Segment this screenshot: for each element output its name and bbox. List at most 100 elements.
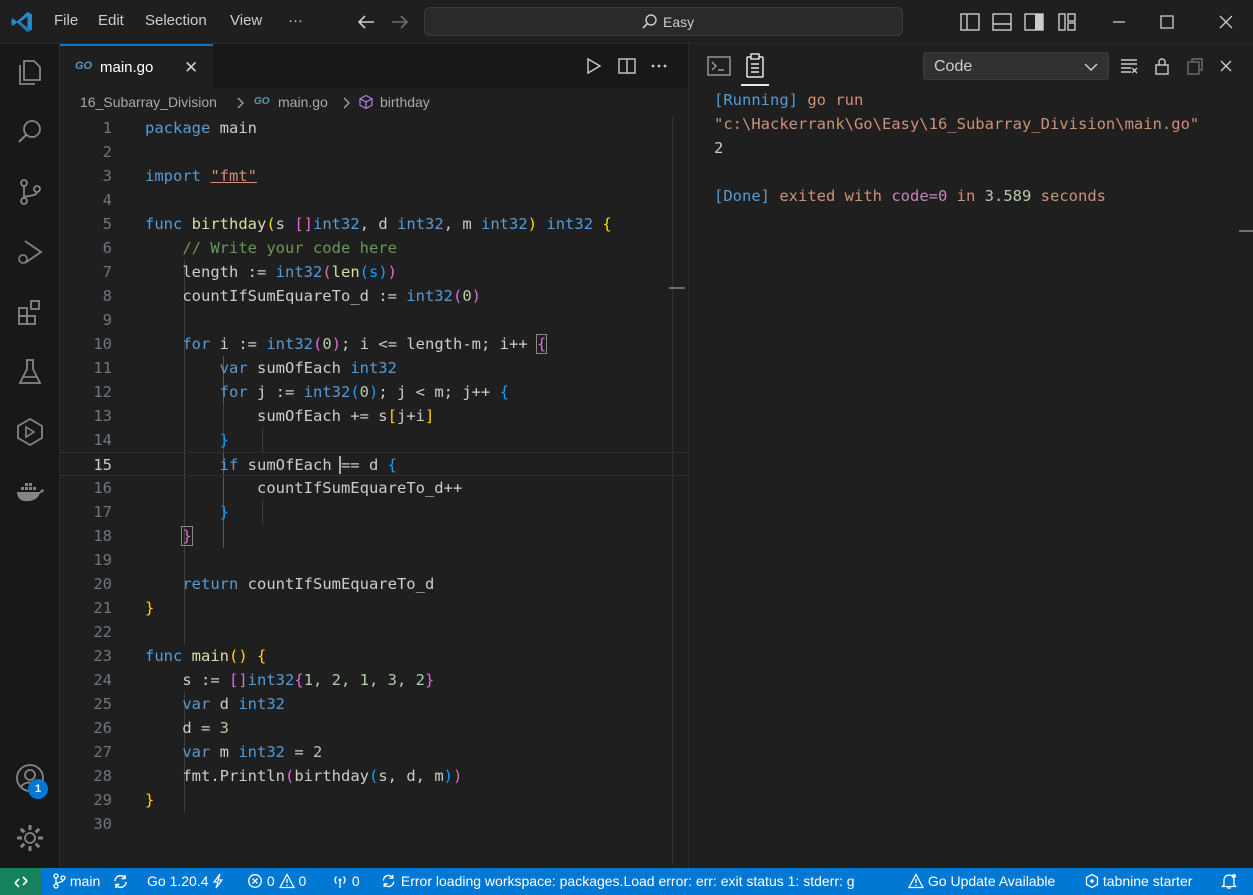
run-and-debug-icon[interactable] [14,236,46,268]
remote-icon [14,876,28,888]
ports-indicator[interactable]: 0 [332,873,360,889]
output-line: [Done] exited with code=0 in 3.589 secon… [714,187,1106,205]
code-line: 9 [102,311,112,329]
more-actions-icon[interactable] [649,56,669,76]
output-line: 2 [714,139,724,157]
back-arrow-icon[interactable] [354,10,378,34]
code-line: 21} [93,599,155,617]
title-bar: File Edit Selection View ··· Easy [0,0,1253,44]
close-window-icon[interactable] [1214,10,1238,34]
tab-close-icon[interactable]: ✕ [184,58,198,78]
menu-edit[interactable]: Edit [98,12,124,29]
toggle-panel-icon[interactable] [990,10,1014,34]
output-text[interactable]: [Running] go run "c:\Hackerrank\Go\Easy\… [714,88,1244,232]
problems-indicator[interactable]: 0 0 [247,873,306,889]
code-line: 16 countIfSumEquareTo_d++ [93,479,463,497]
code-line: 8 countIfSumEquareTo_d := int32(0) [102,287,481,305]
open-in-editor-icon[interactable] [1185,56,1205,76]
maximize-icon[interactable] [1155,10,1179,34]
vscode-logo-icon [11,12,32,32]
sync-icon[interactable] [112,873,129,890]
search-icon [642,14,657,29]
activity-bar: 1 [0,44,60,868]
go-file-icon: GO [75,60,93,72]
notifications-bell-icon[interactable] [1221,873,1237,890]
explorer-files-icon[interactable] [14,56,46,88]
code-line: 18 } [93,526,193,546]
code-line: 23 func main() { [93,647,267,665]
workspace-error-message[interactable]: Error loading workspace: packages.Load e… [380,873,870,889]
extensions-icon[interactable] [14,296,46,328]
code-line: 2 [102,143,112,161]
lightning-icon [213,873,224,889]
breadcrumb: 16_Subarray_Division GO main.go birthday [60,88,688,116]
code-line: 24 s := []int32{1, 2, 1, 3, 2} [93,671,435,689]
remote-explorer-icon[interactable] [14,416,46,448]
code-line: 4 [102,191,112,209]
breadcrumb-file[interactable]: main.go [278,94,328,110]
tab-label: main.go [100,59,154,76]
source-control-icon[interactable] [14,176,46,208]
accounts-badge: 1 [28,779,48,799]
tabnine-indicator[interactable]: tabnine starter [1085,873,1192,889]
warning-icon [278,873,295,889]
sync-spinner-icon [382,874,395,888]
menu-more[interactable]: ··· [288,12,303,29]
branch-indicator[interactable]: main [52,873,100,889]
search-icon[interactable] [14,116,46,148]
chevron-right-icon [343,97,350,109]
terminal-icon[interactable] [705,52,733,80]
split-editor-icon[interactable] [617,56,637,76]
menu-view[interactable]: View [230,12,262,29]
close-panel-icon[interactable] [1216,56,1236,76]
run-code-icon[interactable] [583,56,603,76]
breadcrumb-symbol[interactable]: birthday [380,94,430,110]
editor-group: GO main.go ✕ 16_Subarray_Division GO mai… [60,44,688,868]
broadcast-icon [334,876,346,888]
code-line: 17 } [93,503,229,521]
output-channel-value: Code [934,58,973,75]
toggle-secondary-sidebar-icon[interactable] [1022,10,1046,34]
clear-output-icon[interactable] [1119,56,1139,76]
code-line: 7 length := int32(len(s)) [102,263,398,281]
output-clipboard-icon[interactable] [741,52,769,80]
minimize-icon[interactable] [1107,10,1131,34]
tab-main-go[interactable]: GO main.go ✕ [60,44,213,88]
output-channel-select[interactable]: Code [923,52,1109,80]
code-line: 28 fmt.Println(birthday(s, d, m)) [93,767,463,785]
forward-arrow-icon[interactable] [388,10,412,34]
output-panel: Code [Running] go run "c:\Hackerrank\Go\… [688,44,1253,868]
code-line: 10 for i := int32(0); i <= length-m; i++… [93,334,548,354]
output-line: [Running] go run [714,91,864,109]
settings-gear-icon[interactable] [14,822,46,854]
code-line: 11 var sumOfEach int32 [93,359,397,377]
code-line: 26 d = 3 [93,719,229,737]
menu-file[interactable]: File [54,12,78,29]
toggle-primary-sidebar-icon[interactable] [958,10,982,34]
code-line: 14 } [93,431,229,449]
remote-indicator[interactable] [0,868,42,895]
code-line: 5 func birthday(s []int32, d int32, m int… [102,215,612,233]
docker-whale-icon[interactable] [14,476,46,508]
text-cursor [339,456,341,474]
status-bar: main Go 1.20.4 0 0 0 Error loading works… [0,868,1253,895]
search-label: Easy [663,14,695,30]
code-line: 30 [93,815,112,833]
code-line: 20 return countIfSumEquareTo_d [93,575,435,593]
code-line: 3 import "fmt" [102,167,258,185]
lock-scroll-icon[interactable] [1152,56,1172,76]
go-update-indicator[interactable]: Go Update Available [907,873,1055,889]
code-line: 22 [93,623,112,641]
code-line: 13 sumOfEach += s[j+i] [93,407,435,425]
code-line: 19 [93,551,112,569]
scroll-marker [1239,230,1253,232]
customize-layout-icon[interactable] [1055,10,1079,34]
active-tab-indicator [741,84,769,86]
command-center-search[interactable]: Easy [424,7,903,36]
go-version[interactable]: Go 1.20.4 [147,873,224,889]
menu-selection[interactable]: Selection [145,12,207,29]
branch-name: main [69,873,101,889]
code-line: 6 // Write your code here [102,239,397,257]
testing-flask-icon[interactable] [14,356,46,388]
breadcrumb-folder[interactable]: 16_Subarray_Division [80,94,217,110]
